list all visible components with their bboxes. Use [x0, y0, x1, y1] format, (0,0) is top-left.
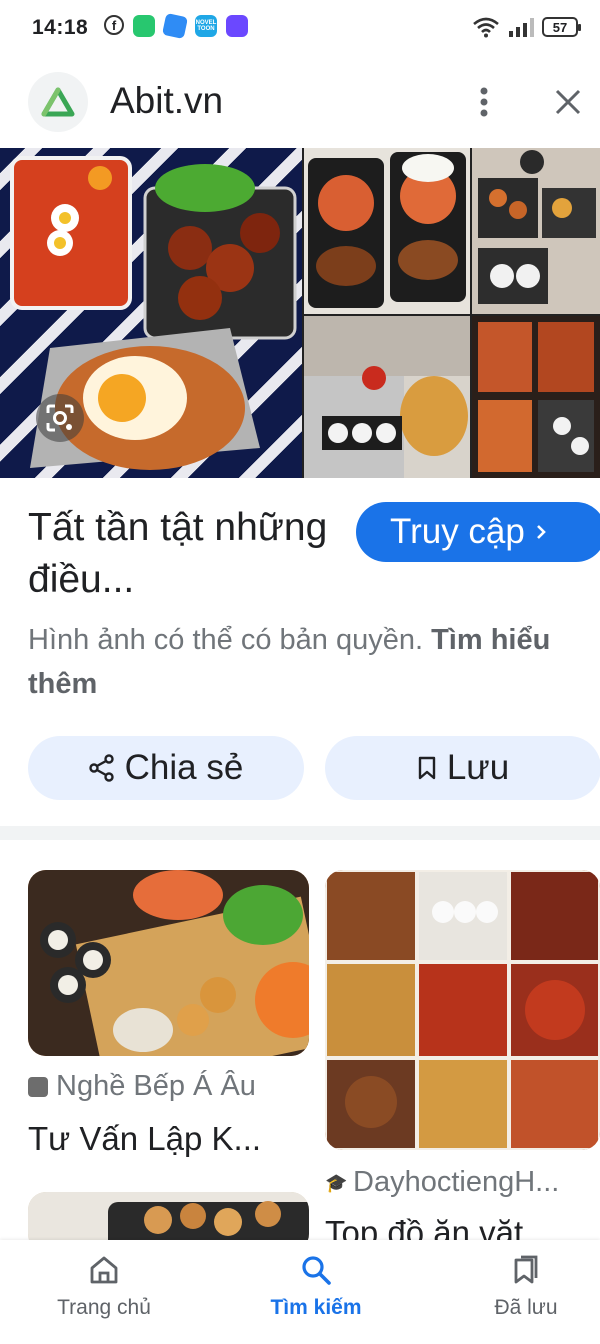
bottom-navigation: Trang chủ Tìm kiếm Đã lưu — [0, 1240, 600, 1344]
chevron-right-icon — [536, 525, 546, 539]
signal-icon — [509, 18, 534, 37]
novel-toon-icon: NOVEL TOON — [195, 15, 217, 37]
graduation-cap-icon: 🎓 — [325, 1172, 348, 1193]
wifi-icon — [473, 17, 499, 38]
related-source-label: DayhoctiengH... — [353, 1166, 560, 1198]
copyright-text: Hình ảnh có thể có bản quyền. — [28, 624, 424, 656]
related-image-2[interactable] — [325, 870, 600, 1150]
nav-home-label: Trang chủ — [57, 1296, 151, 1319]
lens-icon — [46, 404, 74, 432]
related-title-1[interactable]: Tư Vấn Lập K... — [28, 1120, 309, 1158]
google-lens-button[interactable] — [36, 394, 84, 442]
result-image[interactable] — [0, 148, 600, 478]
saved-collections-icon — [514, 1255, 538, 1284]
share-button[interactable]: Chia sẻ — [28, 736, 304, 800]
more-options-button[interactable] — [466, 82, 502, 122]
battery-icon: 57 — [542, 17, 581, 37]
status-indicators: 57 — [472, 16, 581, 38]
nav-search[interactable]: Tìm kiếm — [236, 1254, 396, 1320]
hero-image-2 — [304, 148, 470, 314]
close-icon — [555, 89, 581, 115]
save-button[interactable]: Lưu — [325, 736, 600, 800]
share-label: Chia sẻ — [124, 748, 244, 787]
share-icon — [88, 754, 114, 782]
game-app-icon — [226, 15, 248, 37]
nav-search-label: Tìm kiếm — [270, 1296, 362, 1319]
search-icon — [302, 1256, 331, 1285]
close-button[interactable] — [548, 82, 588, 122]
related-image-1[interactable] — [28, 870, 309, 1056]
visit-button[interactable]: Truy cập — [356, 502, 600, 562]
facebook-icon: f — [104, 15, 124, 35]
nav-saved[interactable]: Đã lưu — [446, 1254, 600, 1320]
result-header: Abit.vn — [0, 60, 600, 144]
copyright-notice: Hình ảnh có thể có bản quyền. Tìm hiểu t… — [28, 618, 578, 706]
visit-label: Truy cập — [390, 512, 525, 551]
abit-logo-icon — [41, 87, 75, 117]
save-label: Lưu — [446, 748, 510, 787]
status-app-icons: f NOVEL TOON — [104, 12, 248, 40]
bookmark-icon — [418, 756, 436, 780]
status-time: 14:18 — [32, 16, 89, 39]
status-bar: 14:18 f NOVEL TOON 57 — [0, 0, 600, 56]
favicon-icon — [28, 1076, 48, 1097]
section-divider — [0, 826, 600, 840]
hero-image-4 — [304, 316, 470, 478]
related-source-label: Nghề Bếp Á Âu — [56, 1070, 256, 1102]
home-icon — [90, 1256, 118, 1284]
nav-saved-label: Đã lưu — [494, 1296, 558, 1319]
hero-image-5 — [472, 316, 600, 478]
site-name[interactable]: Abit.vn — [110, 80, 223, 122]
result-title[interactable]: Tất tần tật những điều... — [28, 502, 348, 606]
hero-image-3 — [472, 148, 600, 314]
more-vert-icon — [480, 87, 488, 117]
green-app-icon — [133, 15, 155, 37]
related-source-2: 🎓 DayhoctiengH... — [325, 1166, 595, 1199]
site-logo — [28, 72, 88, 132]
nav-home[interactable]: Trang chủ — [24, 1254, 184, 1320]
blue-app-icon — [161, 12, 189, 40]
related-source-1: Nghề Bếp Á Âu — [28, 1070, 309, 1103]
